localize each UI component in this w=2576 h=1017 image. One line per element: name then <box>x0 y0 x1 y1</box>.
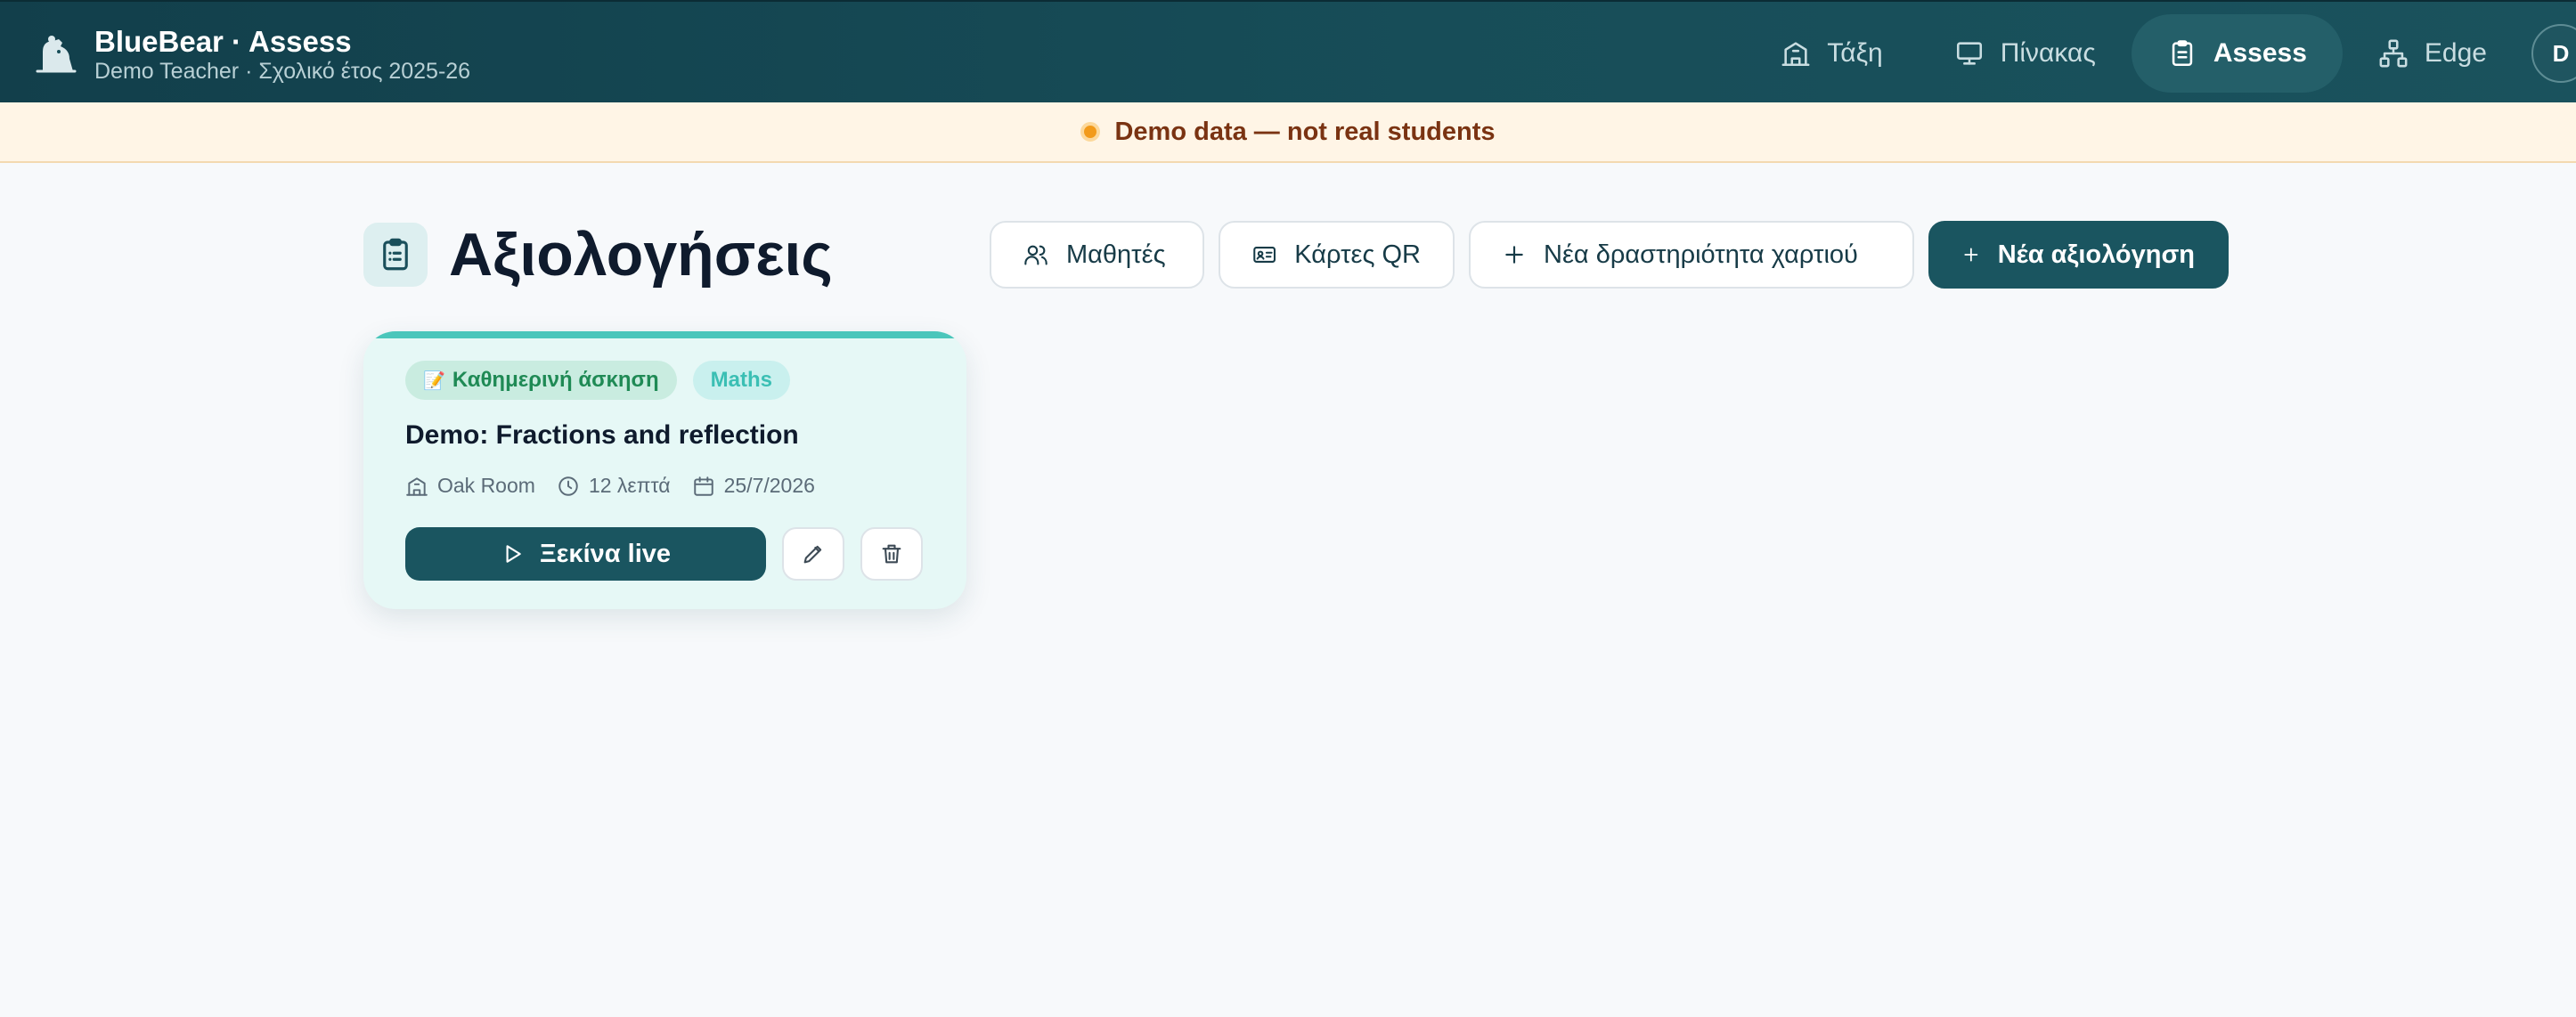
clipboard-list-icon <box>2172 40 2193 67</box>
new-assessment-label: Νέα αξιολόγηση <box>1997 240 2195 269</box>
nav-item-label: Πίνακας <box>2000 38 2096 68</box>
subject-badge: Maths <box>692 361 790 400</box>
user-avatar[interactable]: D <box>2531 24 2576 83</box>
trash-icon <box>882 544 901 564</box>
pencil-icon <box>803 545 822 564</box>
delete-button[interactable] <box>860 527 923 581</box>
nav-item-edge[interactable]: Edge <box>2343 14 2523 93</box>
duration-info: 12 λεπτά <box>557 474 671 498</box>
clock-icon <box>558 476 578 496</box>
page-title: Αξιολογήσεις <box>449 221 833 289</box>
top-bar: BlueBear · Assess Demo Teacher · Σχολικό… <box>0 0 2576 102</box>
qr-cards-button[interactable]: Κάρτες QR <box>1219 221 1455 289</box>
plus-icon <box>1964 248 1978 262</box>
calendar-icon <box>693 476 713 496</box>
presentation-board-icon <box>1956 42 1982 65</box>
school-icon <box>1781 42 1810 67</box>
app-subtitle: Demo Teacher · Σχολικό έτος 2025-26 <box>94 59 471 84</box>
status-dot-icon <box>1080 122 1101 142</box>
brand[interactable]: BlueBear · Assess Demo Teacher · Σχολικό… <box>32 25 470 84</box>
app-title: BlueBear · Assess <box>94 25 352 58</box>
edit-button[interactable] <box>782 527 844 581</box>
room-label: Oak Room <box>437 474 535 497</box>
nav-item-label: Edge <box>2424 38 2487 68</box>
clipboard-list-icon <box>383 238 408 271</box>
users-icon <box>1024 245 1048 265</box>
demo-data-banner: Demo data — not real students <box>0 102 2576 163</box>
network-icon <box>2379 39 2408 68</box>
qr-cards-button-label: Κάρτες QR <box>1294 240 1421 269</box>
id-card-icon <box>1253 247 1276 263</box>
school-icon <box>406 476 428 496</box>
students-button[interactable]: Μαθητές <box>990 221 1204 289</box>
nav-item-class[interactable]: Τάξη <box>1745 14 1919 93</box>
banner-text: Demo data — not real students <box>1114 117 1496 146</box>
memo-icon: 📝 <box>423 370 445 391</box>
assessment-type-label: Καθημερινή άσκηση <box>452 368 659 392</box>
duration-label: 12 λεπτά <box>588 474 671 497</box>
assessment-card[interactable]: 📝 Καθημερινή άσκηση Maths Demo: Fraction… <box>363 331 966 609</box>
plus-icon <box>1505 246 1523 264</box>
nav-item-assess[interactable]: Assess <box>2131 14 2343 93</box>
card-accent-bar <box>363 331 966 338</box>
date-label: 25/7/2026 <box>723 474 815 497</box>
start-live-label: Ξεκίνα live <box>539 539 672 568</box>
nav-item-label: Τάξη <box>1827 38 1883 68</box>
new-paper-activity-label: Νέα δραστηριότητα χαρτιού <box>1544 240 1858 269</box>
page-actions: Μαθητές Κάρτες QR Νέα δραστηριότητα χαρτ… <box>990 221 2229 289</box>
page-title-icon <box>363 223 428 287</box>
assessment-meta: Oak Room 12 λεπτά 25/7/2026 <box>405 474 836 498</box>
start-live-button[interactable]: Ξεκίνα live <box>405 527 766 581</box>
card-tags: 📝 Καθημερινή άσκηση Maths <box>405 361 790 400</box>
bluebear-logo-icon <box>32 30 80 78</box>
assessment-type-badge: 📝 Καθημερινή άσκηση <box>405 361 677 400</box>
students-button-label: Μαθητές <box>1066 240 1166 269</box>
new-paper-activity-button[interactable]: Νέα δραστηριότητα χαρτιού <box>1469 221 1914 289</box>
assessment-title: Demo: Fractions and reflection <box>405 420 799 450</box>
date-info: 25/7/2026 <box>692 474 815 498</box>
room-info: Oak Room <box>405 474 535 498</box>
nav-item-label: Assess <box>2213 38 2307 68</box>
card-actions: Ξεκίνα live <box>405 527 923 581</box>
play-icon <box>506 545 521 563</box>
new-assessment-button[interactable]: Νέα αξιολόγηση <box>1928 221 2229 289</box>
main-nav: Τάξη Πίνακας Assess Edge D <box>1745 14 2576 93</box>
nav-item-board[interactable]: Πίνακας <box>1919 14 2132 93</box>
